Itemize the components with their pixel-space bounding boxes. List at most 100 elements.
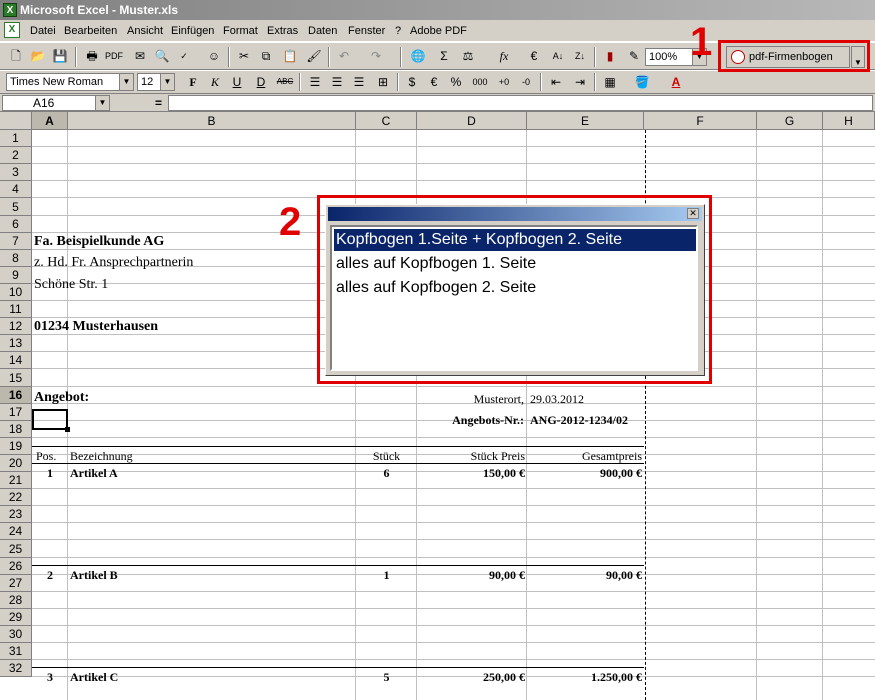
row-header-19[interactable]: 19: [0, 438, 32, 455]
strikethrough-icon[interactable]: ABC: [275, 72, 295, 92]
row-header-15[interactable]: 15: [0, 369, 32, 387]
chevron-down-icon[interactable]: ▼: [119, 74, 133, 90]
align-left-icon[interactable]: ☰: [305, 72, 325, 92]
row-header-20[interactable]: 20: [0, 455, 32, 472]
row-header-30[interactable]: 30: [0, 626, 32, 643]
row-header-27[interactable]: 27: [0, 575, 32, 592]
open-icon[interactable]: 📂: [28, 46, 48, 66]
menu-daten[interactable]: Daten: [308, 20, 337, 42]
pdf-icon[interactable]: PDF: [104, 46, 124, 66]
borders-icon[interactable]: ▦: [600, 72, 620, 92]
print-preview-icon[interactable]: 🔍: [152, 46, 172, 66]
column-header-e[interactable]: E: [527, 112, 644, 130]
chevron-down-icon[interactable]: ▼: [95, 96, 109, 110]
drawing-icon[interactable]: ✎: [624, 46, 644, 66]
option-kopfbogen-page1[interactable]: alles auf Kopfbogen 1. Seite: [334, 253, 536, 275]
decrease-decimal-icon[interactable]: -0: [516, 72, 536, 92]
row-header-11[interactable]: 11: [0, 301, 32, 318]
row-header-3[interactable]: 3: [0, 164, 32, 181]
euro-convert-icon[interactable]: €: [524, 46, 544, 66]
row-header-13[interactable]: 13: [0, 335, 32, 352]
decrease-indent-icon[interactable]: ⇤: [546, 72, 566, 92]
thousands-icon[interactable]: 000: [470, 72, 490, 92]
increase-indent-icon[interactable]: ⇥: [570, 72, 590, 92]
double-underline-icon[interactable]: D: [251, 72, 271, 92]
document-icon[interactable]: X: [4, 22, 20, 38]
percent-icon[interactable]: %: [446, 72, 466, 92]
fill-color-icon[interactable]: 🪣: [632, 72, 652, 92]
row-header-16[interactable]: 16: [0, 387, 32, 404]
column-header-f[interactable]: F: [644, 112, 757, 130]
row-header-5[interactable]: 5: [0, 198, 32, 216]
column-header-h[interactable]: H: [823, 112, 875, 130]
option-kopfbogen-page2[interactable]: alles auf Kopfbogen 2. Seite: [334, 277, 536, 299]
menu-format[interactable]: Format: [223, 20, 258, 42]
smiley-icon[interactable]: ☺: [204, 46, 224, 66]
row-header-31[interactable]: 31: [0, 643, 32, 660]
column-header-b[interactable]: B: [68, 112, 356, 130]
row-header-14[interactable]: 14: [0, 352, 32, 369]
row-header-28[interactable]: 28: [0, 592, 32, 609]
row-header-26[interactable]: 26: [0, 558, 32, 575]
menu-datei[interactable]: Datei: [30, 20, 56, 42]
active-cell-a16[interactable]: [32, 409, 70, 432]
column-header-d[interactable]: D: [417, 112, 527, 130]
increase-decimal-icon[interactable]: +0: [494, 72, 514, 92]
row-header-4[interactable]: 4: [0, 181, 32, 198]
row-header-17[interactable]: 17: [0, 404, 32, 421]
row-header-2[interactable]: 2: [0, 147, 32, 164]
column-header-c[interactable]: C: [356, 112, 417, 130]
row-header-32[interactable]: 32: [0, 660, 32, 677]
sort-descending-icon[interactable]: Z↓: [570, 46, 590, 66]
letterhead-option-list[interactable]: Kopfbogen 1.Seite + Kopfbogen 2. Seite a…: [330, 225, 698, 371]
menu-extras[interactable]: Extras: [267, 20, 298, 42]
font-size-select[interactable]: 12 ▼: [137, 73, 175, 91]
merge-center-icon[interactable]: ⊞: [373, 72, 393, 92]
row-header-25[interactable]: 25: [0, 540, 32, 558]
bold-icon[interactable]: F: [183, 72, 203, 92]
row-header-22[interactable]: 22: [0, 489, 32, 506]
spellcheck-icon[interactable]: ✓: [174, 46, 194, 66]
currency-icon[interactable]: $: [402, 72, 422, 92]
font-select[interactable]: Times New Roman ▼: [6, 73, 134, 91]
chart-wizard-icon[interactable]: ▮: [600, 46, 620, 66]
function-icon[interactable]: fx: [494, 46, 514, 66]
undo-icon[interactable]: ↶: [334, 46, 354, 66]
save-icon[interactable]: 💾: [50, 46, 70, 66]
row-header-18[interactable]: 18: [0, 421, 32, 438]
fill-handle[interactable]: [65, 427, 70, 432]
font-color-icon[interactable]: A: [666, 72, 686, 92]
cut-icon[interactable]: ✂: [234, 46, 254, 66]
name-box[interactable]: A16 ▼: [2, 95, 110, 111]
italic-icon[interactable]: K: [205, 72, 225, 92]
autosum-icon[interactable]: Σ: [434, 46, 454, 66]
formula-input[interactable]: [168, 95, 873, 111]
paste-icon[interactable]: 📋: [280, 46, 300, 66]
row-header-6[interactable]: 6: [0, 216, 32, 233]
align-center-icon[interactable]: ☰: [327, 72, 347, 92]
column-header-a[interactable]: A: [32, 112, 68, 130]
row-header-1[interactable]: 1: [0, 130, 32, 147]
row-header-10[interactable]: 10: [0, 284, 32, 301]
euro-icon[interactable]: €: [424, 72, 444, 92]
menu-ansicht[interactable]: Ansicht: [127, 20, 163, 42]
row-header-23[interactable]: 23: [0, 506, 32, 523]
menu-adobe-pdf[interactable]: Adobe PDF: [410, 20, 467, 42]
close-icon[interactable]: ✕: [687, 208, 699, 219]
menu-fenster[interactable]: Fenster: [348, 20, 385, 42]
menu-help[interactable]: ?: [395, 20, 401, 42]
row-header-24[interactable]: 24: [0, 523, 32, 540]
copy-icon[interactable]: ⧉: [256, 46, 276, 66]
menu-bearbeiten[interactable]: Bearbeiten: [64, 20, 117, 42]
underline-icon[interactable]: U: [227, 72, 247, 92]
menu-einfuegen[interactable]: Einfügen: [171, 20, 214, 42]
pdf-mail-icon[interactable]: ✉: [130, 46, 150, 66]
chevron-down-icon[interactable]: ▼: [160, 74, 174, 90]
new-icon[interactable]: 🗋: [6, 46, 26, 66]
sort-ascending-icon[interactable]: A↓: [548, 46, 568, 66]
column-header-g[interactable]: G: [757, 112, 823, 130]
row-header-8[interactable]: 8: [0, 250, 32, 267]
align-right-icon[interactable]: ☰: [349, 72, 369, 92]
row-header-21[interactable]: 21: [0, 472, 32, 489]
redo-icon[interactable]: ↷: [366, 46, 386, 66]
